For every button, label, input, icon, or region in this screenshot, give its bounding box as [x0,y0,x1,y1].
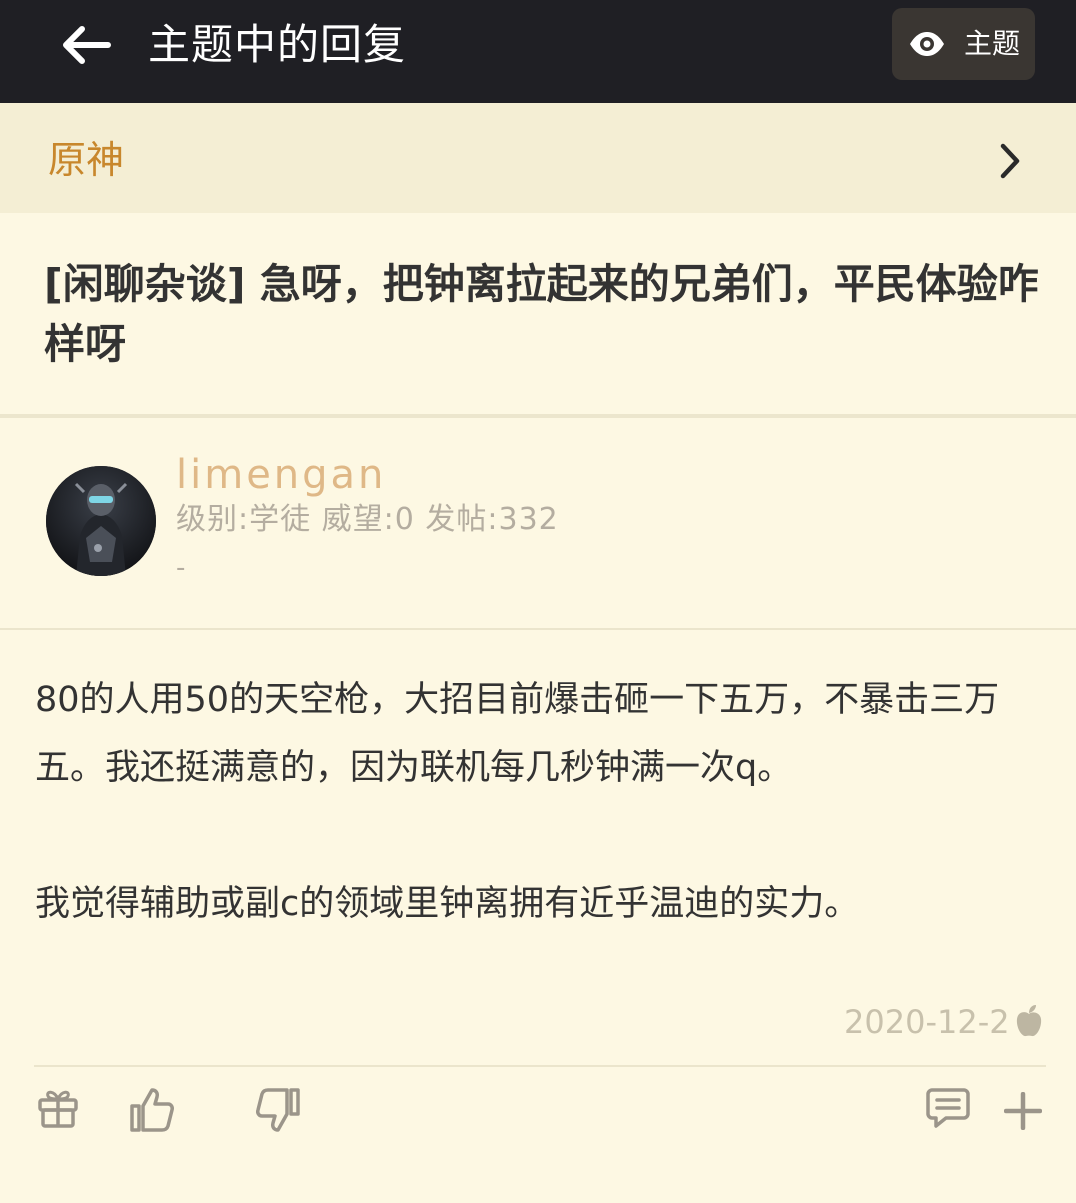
chevron-right-icon [1000,143,1020,179]
plus-icon[interactable] [1004,1092,1042,1130]
forum-link[interactable]: 原神 [0,103,1076,213]
gift-icon[interactable] [36,1086,80,1130]
back-arrow-icon [63,26,111,64]
thread-title: [闲聊杂谈] 急呀，把钟离拉起来的兄弟们，平民体验咋样呀 [44,260,1039,368]
author-stats: 级别:学徒 威望:0 发帖:332 [176,502,559,537]
view-topic-button[interactable]: 主题 [892,8,1035,80]
comment-icon[interactable] [926,1086,970,1130]
avatar-image [46,466,156,576]
post-date: 2020-12-2 [844,1003,1010,1041]
divider [0,414,1076,418]
post-body: 80的人用50的天空枪，大招目前爆击砸一下五万，不暴击三万五。我还挺满意的，因为… [35,666,1045,938]
divider [34,1065,1046,1067]
post-paragraph: 80的人用50的天空枪，大招目前爆击砸一下五万，不暴击三万五。我还挺满意的，因为… [35,680,1000,788]
apple-icon [1016,1005,1042,1037]
back-button[interactable] [52,18,118,72]
topic-button-label: 主题 [964,27,1021,60]
eye-icon [910,32,944,56]
page-title: 主题中的回复 [148,20,407,69]
author-signature: - [176,553,186,583]
forum-name: 原神 [48,138,125,182]
thumbs-up-icon[interactable] [128,1086,176,1134]
author-name[interactable]: limengan [176,448,386,502]
thumbs-down-icon[interactable] [254,1086,302,1134]
avatar[interactable] [46,466,156,576]
post-paragraph: 我觉得辅助或副c的领域里钟离拥有近乎温迪的实力。 [35,884,860,924]
top-app-bar: 主题中的回复 主题 [0,0,1076,103]
divider [0,628,1076,630]
